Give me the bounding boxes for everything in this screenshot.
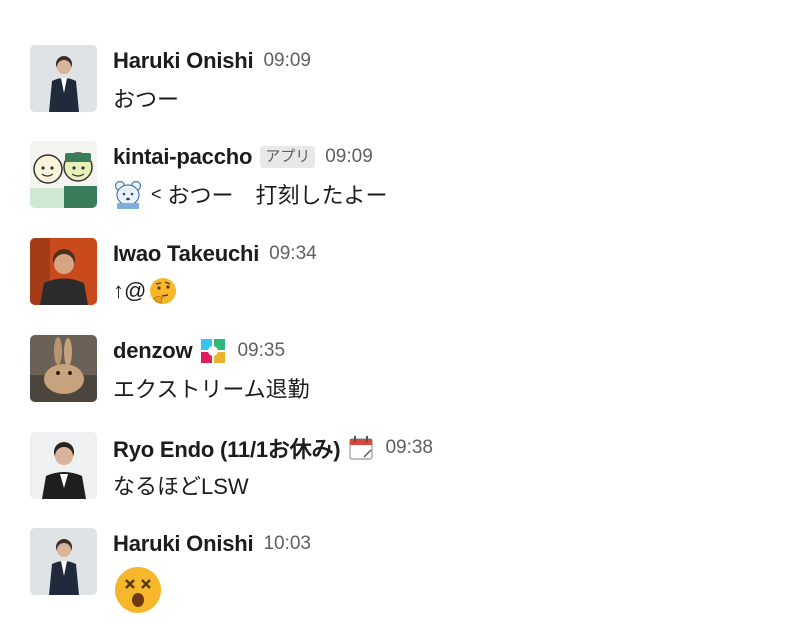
message-item: Haruki Onishi 09:09 おつー xyxy=(0,45,800,141)
sender-name[interactable]: Iwao Takeuchi xyxy=(113,241,259,267)
bear-face-icon xyxy=(113,179,143,209)
message-item: Haruki Onishi 10:03 xyxy=(0,528,800,624)
message-text: おつー 打刻したよー xyxy=(167,183,388,208)
message-item: Iwao Takeuchi 09:34 ↑@ xyxy=(0,238,800,334)
message-text: エクストリーム退勤 xyxy=(113,377,310,402)
sender-name[interactable]: Haruki Onishi xyxy=(113,531,254,557)
user-avatar[interactable] xyxy=(30,45,97,112)
message-timestamp[interactable]: 09:34 xyxy=(269,243,317,265)
message-text-prefix: < xyxy=(151,183,162,204)
sender-name[interactable]: denzow xyxy=(113,338,193,364)
user-avatar[interactable] xyxy=(30,528,97,595)
sender-name[interactable]: kintai-paccho xyxy=(113,144,252,170)
calendar-icon[interactable] xyxy=(347,434,375,462)
message-timestamp[interactable]: 09:35 xyxy=(237,340,285,362)
sender-name[interactable]: Haruki Onishi xyxy=(113,48,254,74)
message-text: おつー xyxy=(113,87,180,112)
message-text: なるほどLSW xyxy=(113,474,249,499)
message-item: kintai-paccho アプリ 09:09 < おつー 打刻したよー xyxy=(0,141,800,237)
app-badge: アプリ xyxy=(260,146,316,168)
bot-avatar[interactable] xyxy=(30,141,97,208)
slack-logo-icon[interactable] xyxy=(199,337,227,365)
message-item: denzow 09:35 エクストリーム退勤 xyxy=(0,335,800,431)
user-avatar[interactable] xyxy=(30,335,97,402)
thinking-face-emoji xyxy=(148,276,178,306)
dizzy-face-emoji xyxy=(113,565,163,615)
chat-window: { "messages": [ {"name": "Haruki Onishi"… xyxy=(0,0,800,624)
message-timestamp[interactable]: 10:03 xyxy=(263,533,311,555)
user-avatar[interactable] xyxy=(30,238,97,305)
message-timestamp[interactable]: 09:09 xyxy=(263,50,311,72)
message-item: Ryo Endo (11/1お休み) 09:38 なるほどLSW xyxy=(0,432,800,528)
message-text: ↑@ xyxy=(113,278,147,303)
message-timestamp[interactable]: 09:38 xyxy=(385,437,433,459)
user-avatar[interactable] xyxy=(30,432,97,499)
sender-name[interactable]: Ryo Endo (11/1お休み) xyxy=(113,432,341,464)
message-timestamp[interactable]: 09:09 xyxy=(325,146,373,168)
